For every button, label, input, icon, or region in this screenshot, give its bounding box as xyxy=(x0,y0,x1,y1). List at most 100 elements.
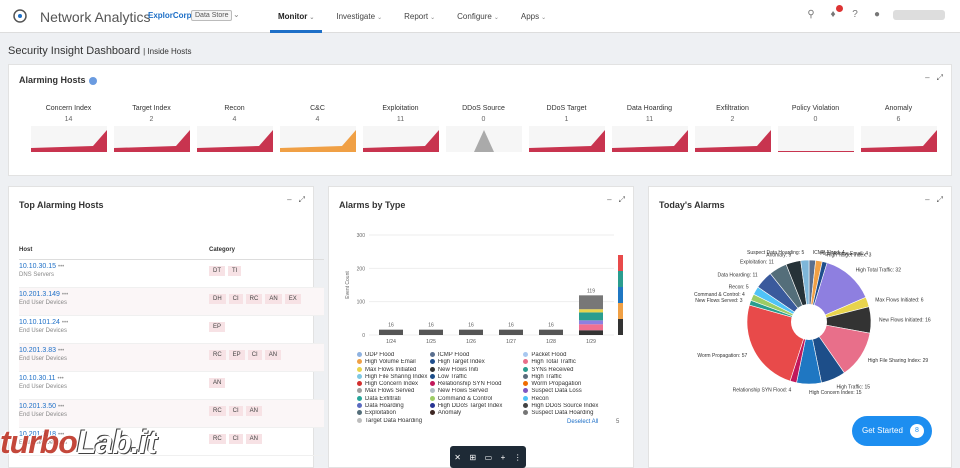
metric-tile[interactable]: Exploitation 11 xyxy=(359,105,442,152)
legend-item[interactable]: Data Exfiltrati xyxy=(357,395,430,403)
expand-icon[interactable]: ⤢ xyxy=(299,195,305,205)
legend-item[interactable]: High Traffic xyxy=(523,373,617,381)
legend-item[interactable]: Worm Propagation xyxy=(523,381,617,388)
chevron-down-icon[interactable]: ⌄ xyxy=(233,10,240,19)
category-tag[interactable]: EP xyxy=(209,322,226,332)
host-ip-link[interactable]: 10.10.30.11 xyxy=(19,375,55,382)
category-tag[interactable]: TI xyxy=(228,266,242,276)
category-tag[interactable]: RC xyxy=(209,434,226,444)
category-tag[interactable]: CI xyxy=(228,434,243,444)
legend-item[interactable]: Low Traffic xyxy=(429,373,524,381)
col-host[interactable]: Host xyxy=(19,245,209,260)
plus-icon[interactable]: + xyxy=(501,453,506,462)
nav-item-investigate[interactable]: Investigate ⌄ xyxy=(328,0,390,33)
legend-item[interactable]: High Total Traffic xyxy=(523,359,617,366)
deselect-all-link[interactable]: Deselect All xyxy=(567,419,598,425)
legend-item[interactable]: High File Sharing Index xyxy=(357,373,430,381)
host-ip-link[interactable]: 10.10.101.24 xyxy=(19,319,60,326)
legend-item[interactable]: Max Flows Served xyxy=(357,388,430,395)
user-icon[interactable]: ● xyxy=(871,9,883,21)
data-store-badge[interactable]: Data Store xyxy=(191,10,233,21)
metric-tile[interactable]: Target Index 2 xyxy=(110,105,193,152)
more-icon[interactable]: ••• xyxy=(57,376,63,382)
nav-item-monitor[interactable]: Monitor ⌄ xyxy=(270,0,323,33)
category-tag[interactable]: CI xyxy=(228,294,243,304)
minimize-icon[interactable]: – xyxy=(287,195,291,205)
user-name-blurred[interactable] xyxy=(893,10,945,20)
more-icon[interactable]: ••• xyxy=(62,292,68,298)
host-ip-link[interactable]: 10.201.3.50 xyxy=(19,403,56,410)
expand-icon[interactable]: ⤢ xyxy=(937,73,943,83)
category-tag[interactable]: EP xyxy=(228,350,245,360)
tenant-name[interactable]: ExplorCorp xyxy=(148,11,192,20)
close-icon[interactable]: ✕ xyxy=(454,453,461,462)
category-tag[interactable]: RC xyxy=(209,350,226,360)
legend-item[interactable]: Target Data Hoarding xyxy=(357,417,430,425)
table-row[interactable]: 10.201.3.149 ••• End User Devices DH CI RC AN E… xyxy=(19,287,324,316)
category-tag[interactable]: RC xyxy=(245,294,263,304)
legend-item[interactable]: Suspect Data Loss xyxy=(523,388,617,395)
metric-tile[interactable]: Data Hoarding 11 xyxy=(608,105,691,152)
category-tag[interactable]: AN xyxy=(264,350,282,360)
host-ip-link[interactable]: 10.201.3.149 xyxy=(19,291,60,298)
nav-item-configure[interactable]: Configure ⌄ xyxy=(449,0,507,33)
more-icon[interactable]: ••• xyxy=(62,320,68,326)
legend-item[interactable]: ICMP Flood xyxy=(429,352,524,359)
category-tag[interactable]: CI xyxy=(228,406,243,416)
legend-item[interactable]: Data Hoarding xyxy=(357,403,430,410)
notifications-icon[interactable]: ♦ xyxy=(827,5,843,21)
metric-tile[interactable]: Policy Violation 0 xyxy=(774,105,857,152)
col-category[interactable]: Category xyxy=(209,245,324,260)
bar[interactable] xyxy=(499,329,523,335)
category-tag[interactable]: DH xyxy=(209,294,226,304)
legend-pager[interactable]: 5 xyxy=(616,419,619,425)
legend-item[interactable]: High DDoS Source Index xyxy=(523,403,617,410)
more-icon[interactable]: ••• xyxy=(58,348,64,354)
bar[interactable] xyxy=(579,295,603,335)
legend-item[interactable]: Exploitation xyxy=(357,410,430,417)
bar[interactable] xyxy=(459,329,483,335)
category-tag[interactable]: AN xyxy=(209,378,226,388)
more-icon[interactable]: ••• xyxy=(58,404,64,410)
info-icon[interactable] xyxy=(88,76,97,85)
expand-icon[interactable]: ⤢ xyxy=(937,195,943,205)
legend-item[interactable]: SYNs Received xyxy=(523,366,617,374)
legend-item[interactable]: Anomaly xyxy=(429,410,524,417)
grid-icon[interactable]: ⊞ xyxy=(469,453,476,462)
get-started-button[interactable]: Get Started 8 xyxy=(852,416,932,446)
bar[interactable] xyxy=(379,329,403,335)
table-row[interactable]: 10.10.30.11 ••• End User Devices AN xyxy=(19,371,324,400)
legend-item[interactable]: New Flows Initi xyxy=(429,366,524,374)
minimize-icon[interactable]: – xyxy=(925,195,929,205)
legend-item[interactable]: Packet Flood xyxy=(523,352,617,359)
bar[interactable] xyxy=(419,329,443,335)
host-ip-link[interactable]: 10.201.3.83 xyxy=(19,347,56,354)
category-tag[interactable]: AN xyxy=(265,294,282,304)
legend-item[interactable]: New Flows Served xyxy=(429,388,524,395)
nav-item-report[interactable]: Report ⌄ xyxy=(396,0,443,33)
metric-tile[interactable]: Recon 4 xyxy=(193,105,276,152)
help-icon[interactable]: ? xyxy=(849,9,861,21)
category-tag[interactable]: AN xyxy=(245,406,263,416)
minimize-icon[interactable]: – xyxy=(925,73,929,83)
metric-tile[interactable]: DDoS Target 1 xyxy=(525,105,608,152)
legend-item[interactable]: UDP Flood xyxy=(357,352,430,359)
expand-icon[interactable]: ⤢ xyxy=(619,195,625,205)
legend-item[interactable]: Recon xyxy=(523,395,617,403)
legend-item[interactable]: Command & Control xyxy=(429,395,524,403)
host-ip-link[interactable]: 10.10.30.15 xyxy=(19,263,56,270)
metric-tile[interactable]: DDoS Source 0 xyxy=(442,105,525,152)
screen-icon[interactable]: ▭ xyxy=(485,453,493,462)
search-icon[interactable]: ⚲ xyxy=(805,9,817,21)
legend-item[interactable]: Relationship SYN Flood xyxy=(429,381,524,388)
legend-item[interactable]: Suspect Data Hoarding xyxy=(523,410,617,417)
category-tag[interactable]: EX xyxy=(284,294,301,304)
metric-tile[interactable]: Concern Index 14 xyxy=(27,105,110,152)
table-row[interactable]: 10.201.3.83 ••• End User Devices RC EP CI AN xyxy=(19,343,324,372)
table-row[interactable]: 10.10.101.24 ••• End User Devices EP xyxy=(19,315,324,344)
table-row[interactable]: 10.10.30.15 ••• DNS Servers DT TI xyxy=(19,259,324,288)
metric-tile[interactable]: Anomaly 6 xyxy=(857,105,940,152)
category-tag[interactable]: DT xyxy=(209,266,225,276)
category-tag[interactable]: RC xyxy=(209,406,226,416)
metric-tile[interactable]: C&C 4 xyxy=(276,105,359,152)
